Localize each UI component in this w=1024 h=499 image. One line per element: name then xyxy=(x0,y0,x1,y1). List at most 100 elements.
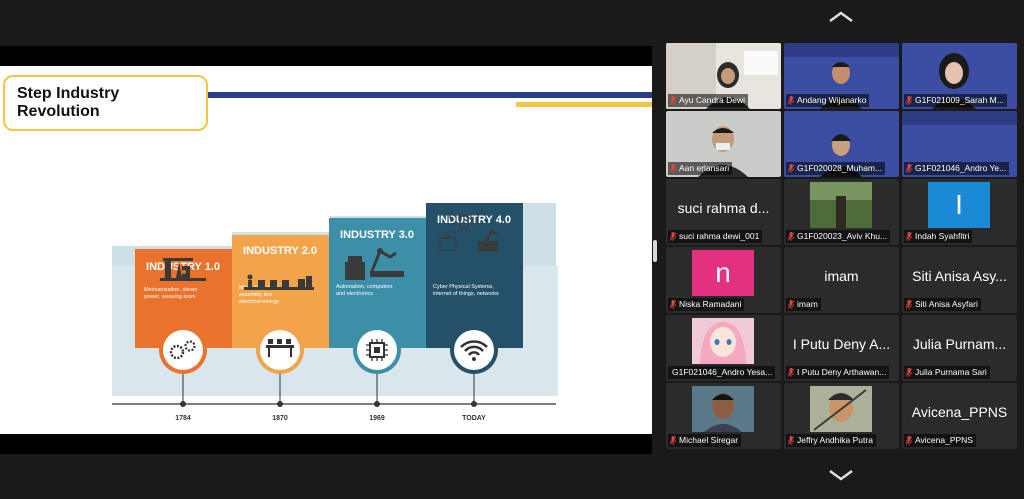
muted-mic-icon xyxy=(670,232,676,241)
participant-name: Jeffry Andhika Putra xyxy=(797,435,873,445)
muted-mic-icon xyxy=(906,96,912,105)
participant-name-label: Julia Purnama Sari xyxy=(904,366,990,379)
participant-name: G1F021009_Sarah M... xyxy=(915,95,1004,105)
avatar: I xyxy=(928,182,990,228)
step-3-desc-line-2: and electronics xyxy=(336,291,373,297)
participant-name: Avicena_PPNS xyxy=(915,435,973,445)
muted-mic-icon xyxy=(906,368,912,377)
muted-mic-icon xyxy=(906,164,912,173)
participant-display-name: suci rahma d... xyxy=(677,200,770,216)
profile-photo xyxy=(810,182,872,228)
participant-display-name: Avicena_PPNS xyxy=(911,404,1008,420)
participant-tile[interactable]: I Putu Deny A... I Putu Deny Arthawan... xyxy=(784,315,899,381)
step-3-desc-line-1: Automation, computers xyxy=(336,284,393,290)
participant-name-label: Andang Wijanarko xyxy=(786,94,870,107)
participant-display-name: Julia Purnam... xyxy=(912,336,1007,352)
muted-mic-icon xyxy=(670,300,676,309)
year-2: 1870 xyxy=(272,415,288,422)
step-3-label: INDUSTRY 3.0 xyxy=(340,229,414,241)
step-2-label: INDUSTRY 2.0 xyxy=(243,245,317,257)
year-1: 1784 xyxy=(175,415,191,422)
participant-tile[interactable]: Jeffry Andhika Putra xyxy=(784,383,899,449)
participant-tile[interactable]: G1F021009_Sarah M... xyxy=(902,43,1017,109)
muted-mic-icon xyxy=(670,96,676,105)
shared-screen[interactable]: Step Industry Revolution INDUSTRY 1.0 IN… xyxy=(0,46,652,454)
step-1-desc-line-2: power, weaving loom xyxy=(144,294,196,300)
participant-name-label: G1F020028_Muham... xyxy=(786,162,886,175)
participant-tile[interactable]: Ayu Candra Dewi xyxy=(666,43,781,109)
participant-tile[interactable]: Andang Wijanarko xyxy=(784,43,899,109)
muted-mic-icon xyxy=(788,232,794,241)
participant-name-label: Avicena_PPNS xyxy=(904,434,976,447)
muted-mic-icon xyxy=(906,300,912,309)
participant-tile[interactable]: Julia Purnam... Julia Purnama Sari xyxy=(902,315,1017,381)
participant-name: Niska Ramadani xyxy=(679,299,742,309)
participant-name-label: G1F021046_Andro Yesa... xyxy=(668,366,776,379)
profile-photo xyxy=(810,386,872,432)
participant-name: G1F021046_Andro Ye... xyxy=(915,163,1007,173)
participant-name: suci rahma dewi_001 xyxy=(679,231,760,241)
participant-name: Siti Anisa Asyfari xyxy=(915,299,978,309)
participant-tile[interactable]: G1F021046_Andro Yesa... xyxy=(666,315,781,381)
chevron-up-icon[interactable] xyxy=(827,10,855,24)
participant-tile[interactable]: I Indah Syahfitri xyxy=(902,179,1017,245)
participant-name: G1F020023_Aviv Khu... xyxy=(797,231,888,241)
step-2-desc-line-2: assembly line xyxy=(239,292,272,298)
participant-name: Michael Siregar xyxy=(679,435,739,445)
participant-name-label: Siti Anisa Asyfari xyxy=(904,298,981,311)
participant-name: Julia Purnama Sari xyxy=(915,367,987,377)
presentation-slide: Step Industry Revolution INDUSTRY 1.0 IN… xyxy=(0,66,652,434)
participant-name: G1F020028_Muham... xyxy=(797,163,883,173)
panel-resize-handle[interactable] xyxy=(653,240,657,262)
participant-tile[interactable]: G1F020023_Aviv Khu... xyxy=(784,179,899,245)
muted-mic-icon xyxy=(670,436,676,445)
conveyor-icon xyxy=(256,326,304,374)
participant-name-label: Niska Ramadani xyxy=(668,298,745,311)
participant-name: Aan erlansari xyxy=(679,163,730,173)
participant-name: I Putu Deny Arthawan... xyxy=(797,367,887,377)
participant-name-label: Michael Siregar xyxy=(668,434,742,447)
chevron-down-icon[interactable] xyxy=(827,468,855,482)
participant-tile[interactable]: G1F021046_Andro Ye... xyxy=(902,111,1017,177)
muted-mic-icon xyxy=(788,368,794,377)
participant-tile[interactable]: Aan erlansari xyxy=(666,111,781,177)
participant-tile[interactable]: G1F020028_Muham... xyxy=(784,111,899,177)
participant-name-label: Ayu Candra Dewi xyxy=(668,94,748,107)
participant-name: Indah Syahfitri xyxy=(915,231,970,241)
participant-name-label: Indah Syahfitri xyxy=(904,230,973,243)
participant-name-label: G1F021046_Andro Ye... xyxy=(904,162,1010,175)
participant-name: imam xyxy=(797,299,818,309)
avatar: n xyxy=(692,250,754,296)
participant-name-label: G1F021009_Sarah M... xyxy=(904,94,1007,107)
participant-tile[interactable]: imam imam xyxy=(784,247,899,313)
profile-photo xyxy=(692,318,754,364)
year-4: TODAY xyxy=(462,415,486,422)
participant-display-name: imam xyxy=(824,268,859,284)
participant-display-name: Siti Anisa Asy... xyxy=(912,268,1007,284)
participant-tile[interactable]: Siti Anisa Asy... Siti Anisa Asyfari xyxy=(902,247,1017,313)
muted-mic-icon xyxy=(788,164,794,173)
participant-name-label: imam xyxy=(786,298,821,311)
participant-name-label: Jeffry Andhika Putra xyxy=(786,434,876,447)
step-1-desc-line-1: Mechanization, steam xyxy=(144,287,198,293)
participant-name-label: I Putu Deny Arthawan... xyxy=(786,366,890,379)
gears-icon xyxy=(159,326,207,374)
profile-photo xyxy=(692,386,754,432)
zoom-meeting-window: Step Industry Revolution INDUSTRY 1.0 IN… xyxy=(0,0,1024,499)
step-4-label: INDUSTRY 4.0 xyxy=(437,214,511,226)
industry-timeline-graphic: INDUSTRY 1.0 INDUSTRY 2.0 INDUSTRY 3.0 I… xyxy=(112,203,558,422)
participant-display-name: I Putu Deny A... xyxy=(792,336,891,352)
participant-tile[interactable]: Avicena_PPNS Avicena_PPNS xyxy=(902,383,1017,449)
participant-tile[interactable]: suci rahma d... suci rahma dewi_001 xyxy=(666,179,781,245)
participant-name-label: suci rahma dewi_001 xyxy=(668,230,763,243)
step-2-desc-line-3: electrical energy xyxy=(239,299,279,305)
year-3: 1969 xyxy=(369,415,385,422)
participant-name: Ayu Candra Dewi xyxy=(679,95,745,105)
participant-name: G1F021046_Andro Yesa... xyxy=(672,367,773,377)
step-4-desc-line-2: internet of things, networks xyxy=(433,291,499,297)
participant-name: Andang Wijanarko xyxy=(797,95,867,105)
muted-mic-icon xyxy=(906,232,912,241)
participant-tile[interactable]: Michael Siregar xyxy=(666,383,781,449)
muted-mic-icon xyxy=(788,96,794,105)
participant-tile[interactable]: n Niska Ramadani xyxy=(666,247,781,313)
